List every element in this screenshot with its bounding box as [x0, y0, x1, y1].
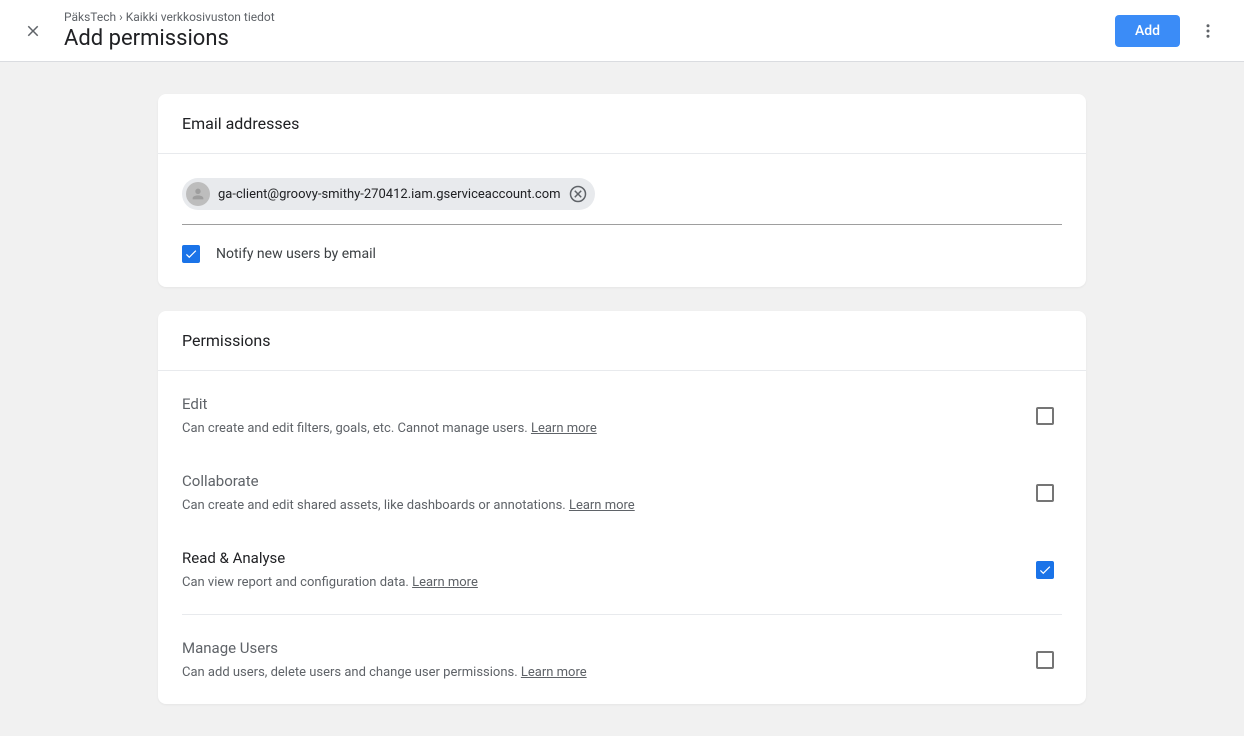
add-button[interactable]: Add — [1115, 15, 1180, 47]
notify-label: Notify new users by email — [216, 246, 376, 262]
header-titles: PäksTech › Kaikki verkkosivuston tiedot … — [64, 10, 275, 51]
chip-remove-icon[interactable] — [569, 185, 587, 203]
permission-desc: Can create and edit filters, goals, etc.… — [182, 421, 1012, 436]
permission-checkbox-collaborate[interactable] — [1036, 484, 1054, 502]
learn-more-link[interactable]: Learn more — [412, 575, 478, 590]
avatar-icon — [186, 182, 210, 206]
page-title: Add permissions — [64, 26, 275, 51]
notify-checkbox-row: Notify new users by email — [182, 245, 1062, 263]
learn-more-link[interactable]: Learn more — [569, 498, 635, 513]
permission-desc: Can create and edit shared assets, like … — [182, 498, 1012, 513]
email-card-body: ga-client@groovy-smithy-270412.iam.gserv… — [158, 154, 1086, 287]
permission-divider — [182, 614, 1062, 615]
permission-title: Edit — [182, 395, 1012, 413]
permission-desc: Can add users, delete users and change u… — [182, 665, 1012, 680]
permission-row-read-analyse: Read & Analyse Can view report and confi… — [182, 531, 1062, 608]
permission-info: Read & Analyse Can view report and confi… — [182, 549, 1012, 590]
breadcrumb: PäksTech › Kaikki verkkosivuston tiedot — [64, 10, 275, 24]
header-left: PäksTech › Kaikki verkkosivuston tiedot … — [24, 10, 275, 51]
permission-title: Collaborate — [182, 472, 1012, 490]
email-card: Email addresses ga-client@groovy-smithy-… — [158, 94, 1086, 287]
permission-desc: Can view report and configuration data. … — [182, 575, 1012, 590]
close-icon[interactable] — [24, 22, 42, 40]
permission-checkbox-edit[interactable] — [1036, 407, 1054, 425]
header-right: Add — [1115, 15, 1220, 47]
permissions-card-header: Permissions — [158, 311, 1086, 371]
permission-row-edit: Edit Can create and edit filters, goals,… — [182, 377, 1062, 454]
email-chip: ga-client@groovy-smithy-270412.iam.gserv… — [182, 178, 595, 210]
email-chip-text: ga-client@groovy-smithy-270412.iam.gserv… — [218, 187, 561, 202]
permission-group-main: Edit Can create and edit filters, goals,… — [158, 371, 1086, 704]
permission-row-collaborate: Collaborate Can create and edit shared a… — [182, 454, 1062, 531]
permission-row-manage-users: Manage Users Can add users, delete users… — [182, 621, 1062, 698]
page-header: PäksTech › Kaikki verkkosivuston tiedot … — [0, 0, 1244, 62]
permission-checkbox-read-analyse[interactable] — [1036, 561, 1054, 579]
content: Email addresses ga-client@groovy-smithy-… — [142, 94, 1102, 704]
permission-title: Read & Analyse — [182, 549, 1012, 567]
permission-checkbox-manage-users[interactable] — [1036, 651, 1054, 669]
learn-more-link[interactable]: Learn more — [531, 421, 597, 436]
email-input-container[interactable]: ga-client@groovy-smithy-270412.iam.gserv… — [182, 178, 1062, 225]
permission-info: Edit Can create and edit filters, goals,… — [182, 395, 1012, 436]
more-icon[interactable] — [1196, 19, 1220, 43]
notify-checkbox[interactable] — [182, 245, 200, 263]
email-card-header: Email addresses — [158, 94, 1086, 154]
learn-more-link[interactable]: Learn more — [521, 665, 587, 680]
permissions-card: Permissions Edit Can create and edit fil… — [158, 311, 1086, 704]
permission-title: Manage Users — [182, 639, 1012, 657]
permission-info: Manage Users Can add users, delete users… — [182, 639, 1012, 680]
permission-info: Collaborate Can create and edit shared a… — [182, 472, 1012, 513]
